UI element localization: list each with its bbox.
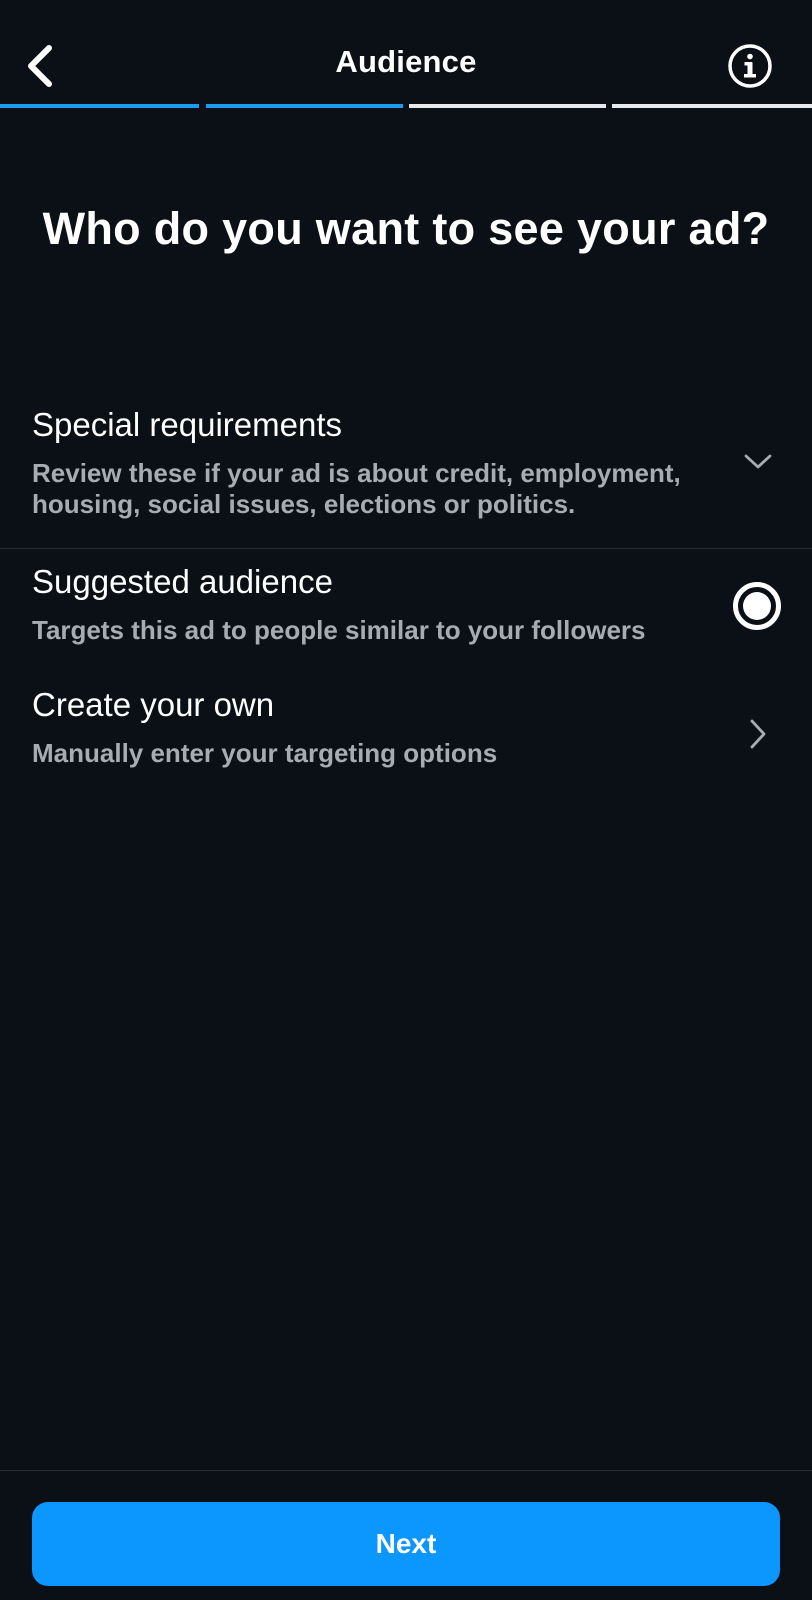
progress-step-1 [0,104,199,108]
header: Audience [0,0,812,104]
create-your-own-subtitle: Manually enter your targeting options [32,738,498,768]
section-divider [0,548,812,549]
create-your-own-row[interactable]: Create your own Manually enter your targ… [0,678,812,786]
radio-selected-icon [743,592,771,620]
progress-step-2 [206,104,403,108]
headline: Who do you want to see your ad? [42,203,770,254]
create-your-own-title: Create your own [32,686,275,723]
suggested-audience-row[interactable]: Suggested audience Targets this ad to pe… [0,555,812,663]
special-requirements-toggle[interactable] [738,442,778,482]
chevron-down-icon [744,454,772,469]
create-your-own-arrow [738,714,778,754]
info-circle-icon [728,44,772,88]
suggested-audience-radio[interactable] [733,582,781,630]
footer-divider [0,1470,812,1471]
info-button[interactable] [724,40,776,92]
progress-step-4 [612,104,812,108]
suggested-audience-title: Suggested audience [32,563,333,600]
suggested-audience-subtitle: Targets this ad to people similar to you… [32,615,646,645]
progress-step-3 [409,104,606,108]
special-requirements-title: Special requirements [32,406,342,443]
next-button[interactable]: Next [32,1502,780,1586]
special-requirements-subtitle: Review these if your ad is about credit,… [32,458,681,519]
progress-bar [0,104,812,108]
special-requirements-row[interactable]: Special requirements Review these if you… [0,400,812,548]
page-title: Audience [335,44,477,79]
chevron-right-icon [750,719,766,749]
